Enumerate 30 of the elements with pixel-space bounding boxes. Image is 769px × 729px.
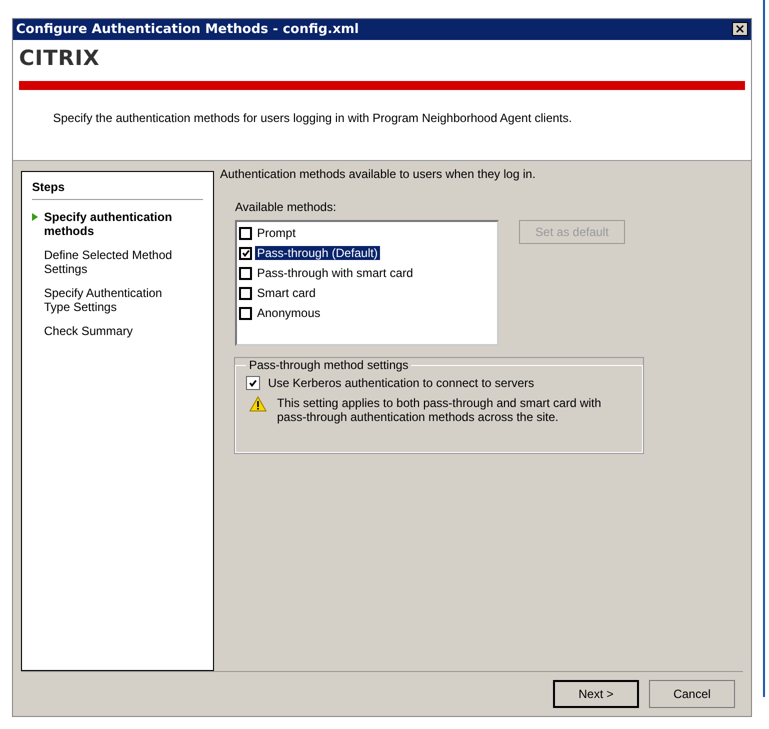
- checkbox[interactable]: [239, 246, 252, 260]
- group-title: Pass-through method settings: [248, 358, 410, 372]
- step-item: Define Selected Method Settings: [44, 248, 174, 276]
- checkbox[interactable]: [246, 376, 260, 390]
- checkbox[interactable]: [239, 286, 252, 300]
- intro-text: Authentication methods available to users when they log in.: [220, 167, 537, 182]
- warning-icon: [249, 396, 267, 412]
- checkbox[interactable]: [239, 306, 252, 320]
- next-button[interactable]: Next >: [553, 680, 639, 708]
- steps-title: Steps: [32, 180, 203, 200]
- logo: CITRIX: [19, 46, 101, 70]
- step-item: Specify authentication methods: [44, 210, 174, 238]
- checkbox[interactable]: [239, 226, 252, 240]
- checkmark-icon: [242, 249, 250, 258]
- step-item: Specify Authentication Type Settings: [44, 286, 164, 314]
- methods-label: Available methods:: [235, 200, 338, 214]
- cancel-button[interactable]: Cancel: [649, 680, 735, 708]
- window-title: Configure Authentication Methods - config.xml: [16, 22, 359, 37]
- checkbox-label: Use Kerberos authentication to connect to servers: [268, 376, 534, 390]
- method-item[interactable]: Anonymous: [255, 306, 322, 320]
- checkmark-icon: [249, 379, 257, 388]
- method-item[interactable]: Pass-through with smart card: [255, 266, 416, 280]
- checkbox[interactable]: [239, 266, 252, 280]
- method-item[interactable]: Pass-through (Default): [255, 246, 380, 260]
- step-item: Check Summary: [44, 324, 133, 338]
- close-button[interactable]: ×: [732, 22, 748, 36]
- method-item[interactable]: Smart card: [255, 286, 318, 300]
- warning-text: This setting applies to both pass-through and smart card with pass-through authentication methods across the site.: [277, 396, 602, 424]
- method-item[interactable]: Prompt: [255, 226, 298, 240]
- header-text: Specify the authentication methods for users logging in with Program Neighborhood Agent clients.: [53, 110, 573, 125]
